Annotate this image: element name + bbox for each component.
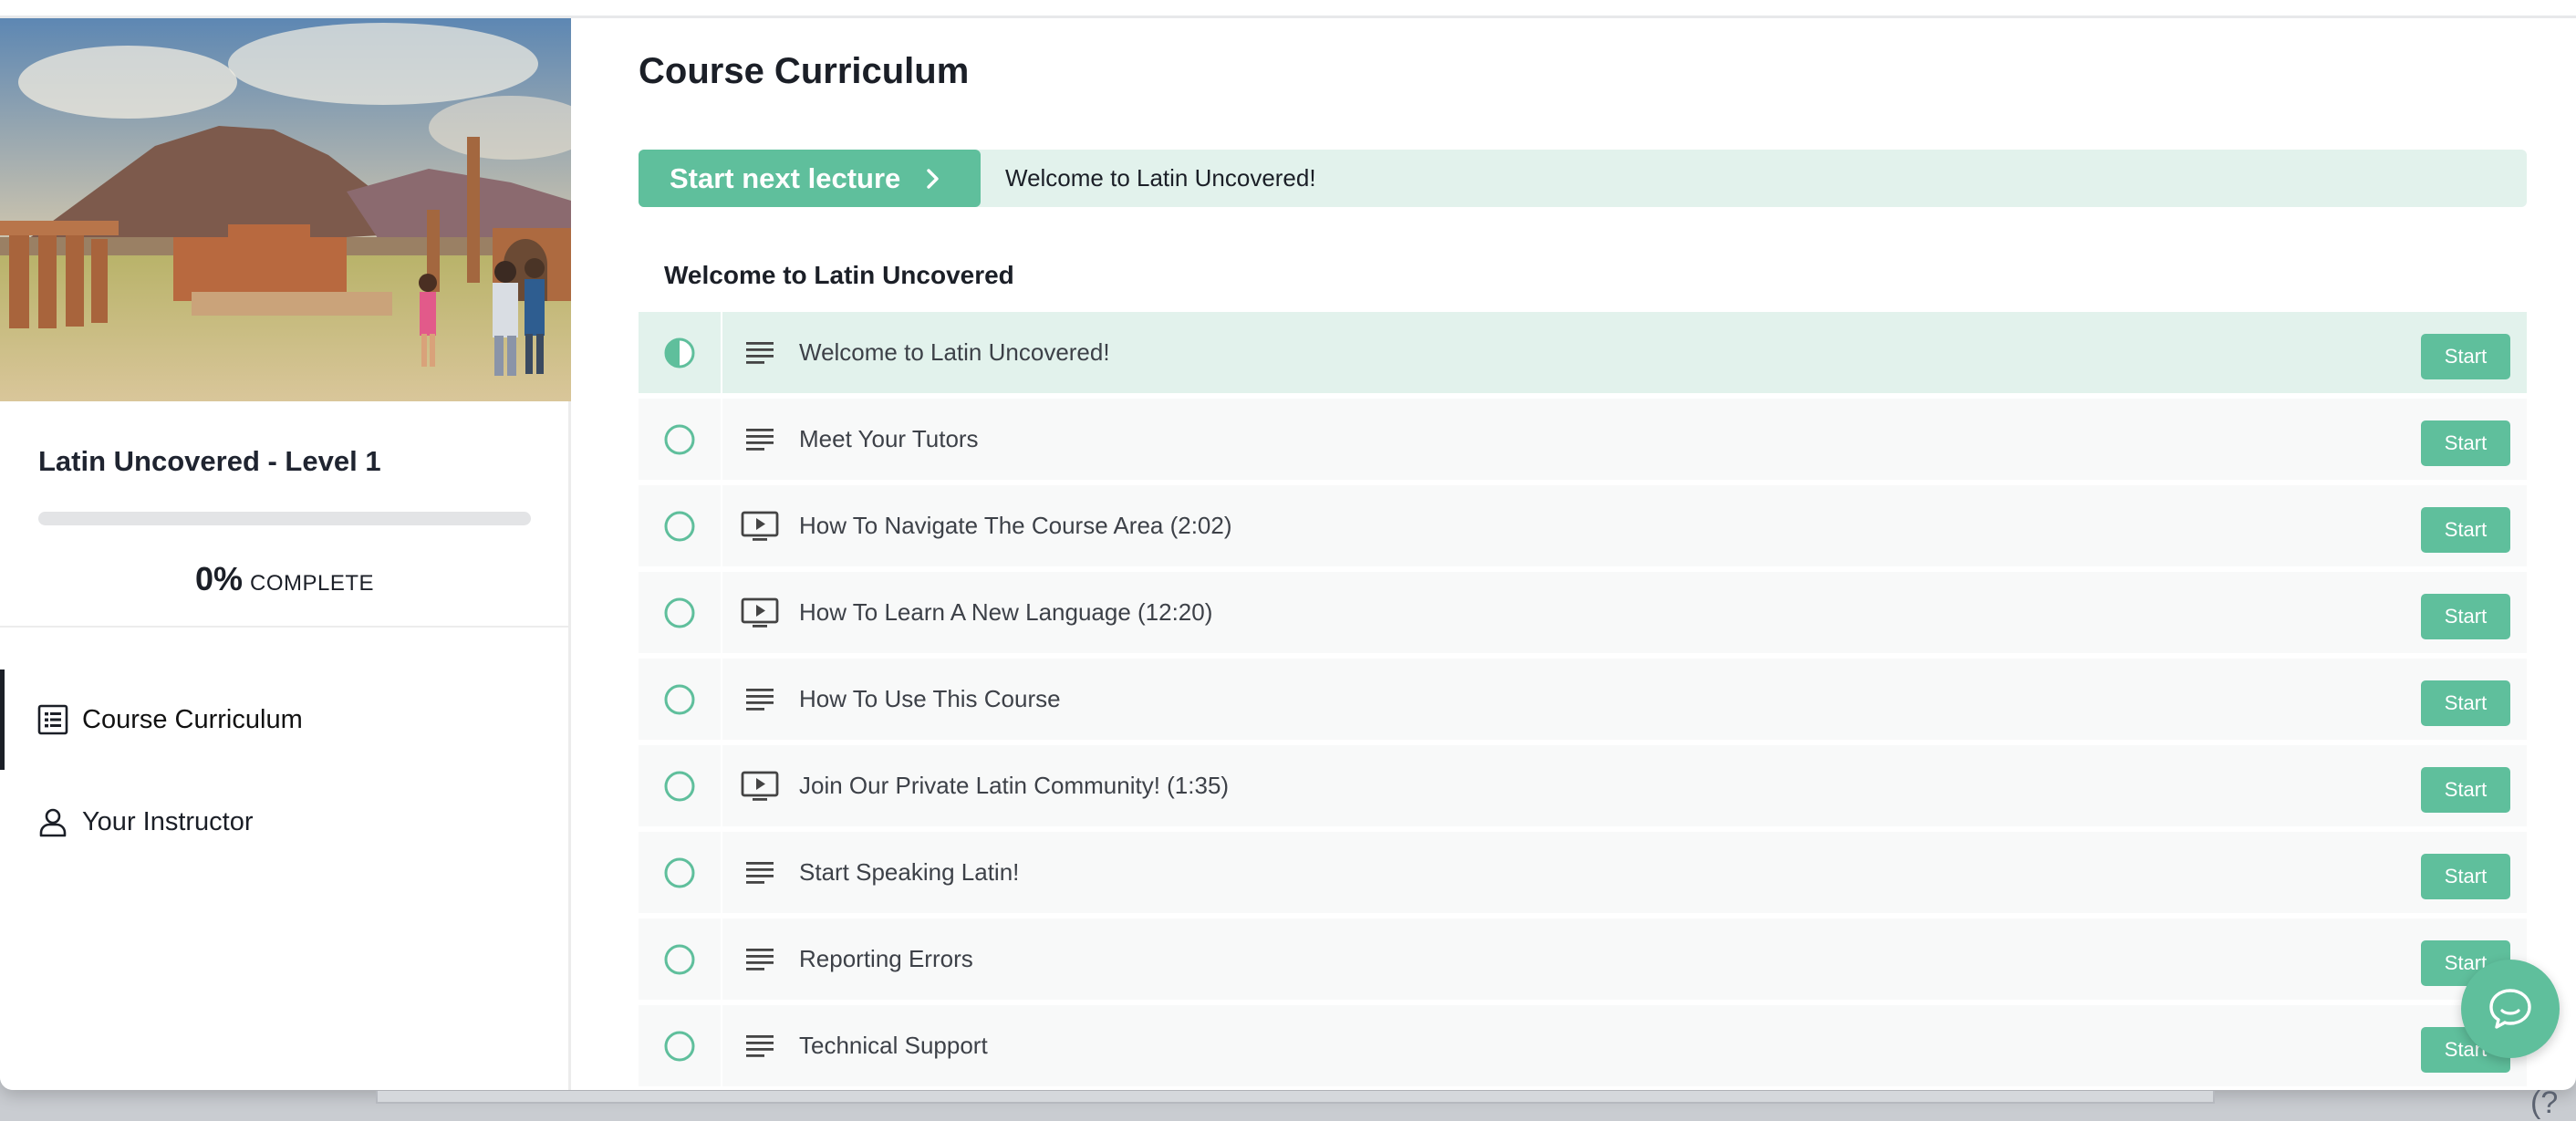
start-lecture-button[interactable]: Start [2421,767,2510,813]
lecture-row[interactable]: Meet Your Tutors Start [639,397,2527,483]
text-lines-icon [741,940,779,979]
main-content: Course Curriculum Start next lecture Wel… [639,18,2527,1090]
lecture-title: Start Speaking Latin! [799,858,1020,886]
empty-circle-icon [664,597,695,628]
chevron-right-icon [926,168,940,190]
text-lines-icon [741,854,779,892]
start-lecture-button[interactable]: Start [2421,334,2510,379]
empty-circle-icon [664,511,695,541]
start-next-bar: Start next lecture Welcome to Latin Unco… [639,150,2527,207]
lecture-status[interactable] [639,1003,722,1088]
lecture-title: Meet Your Tutors [799,425,979,452]
lecture-title: How To Use This Course [799,685,1061,712]
sidebar: Latin Uncovered - Level 1 0% COMPLETE Cou… [0,18,571,1090]
video-play-icon [741,594,779,632]
lecture-status[interactable] [639,917,722,1002]
text-lines-icon [741,420,779,459]
text-lines-icon [741,334,779,372]
progress-bar [38,512,531,525]
lecture-title: Join Our Private Latin Community! (1:35) [799,772,1230,799]
start-next-lecture-button[interactable]: Start next lecture [639,150,981,207]
empty-circle-icon [664,424,695,454]
progress-label: 0% COMPLETE [38,560,531,598]
empty-circle-icon [664,944,695,974]
half-complete-icon [664,337,695,368]
text-lines-icon [741,680,779,719]
lecture-row[interactable]: Reporting Errors Start [639,917,2527,1002]
page-title: Course Curriculum [639,51,970,91]
start-lecture-button[interactable]: Start [2421,507,2510,553]
section-title: Welcome to Latin Uncovered [664,261,1014,289]
progress-complete-label: COMPLETE [250,571,375,596]
sidebar-divider [0,626,571,628]
background-window-edge [376,1091,2215,1104]
start-lecture-button[interactable]: Start [2421,594,2510,639]
lecture-title: How To Learn A New Language (12:20) [799,598,1213,626]
text-lines-icon [741,1027,779,1065]
start-lecture-button[interactable]: Start [2421,680,2510,726]
start-lecture-button[interactable]: Start [2421,854,2510,899]
course-hero-image [0,18,571,401]
lecture-row[interactable]: Welcome to Latin Uncovered! Start [639,310,2527,396]
empty-circle-icon [664,684,695,714]
pompeii-illustration [0,18,571,401]
lecture-row[interactable]: Technical Support Start [639,1003,2527,1089]
lecture-row[interactable]: How To Learn A New Language (12:20) Star… [639,570,2527,656]
empty-circle-icon [664,771,695,801]
lecture-row[interactable]: How To Navigate The Course Area (2:02) S… [639,483,2527,569]
lecture-title: How To Navigate The Course Area (2:02) [799,512,1232,539]
list-icon [36,703,69,736]
lecture-status[interactable] [639,570,722,655]
empty-circle-icon [664,857,695,887]
lecture-status[interactable] [639,743,722,828]
top-edge [0,0,2576,18]
course-title: Latin Uncovered - Level 1 [38,445,381,477]
nav-label: Your Instructor [82,806,254,836]
lecture-title: Reporting Errors [799,945,973,972]
start-next-lecture-label: Start next lecture [670,161,901,194]
lecture-status[interactable] [639,483,722,568]
next-lecture-title: Welcome to Latin Uncovered! [1005,164,1316,192]
progress-percent: 0% [194,560,243,597]
lecture-row[interactable]: Start Speaking Latin! Start [639,830,2527,916]
nav-your-instructor[interactable]: Your Instructor [0,772,571,872]
lecture-status[interactable] [639,310,722,395]
video-play-icon [741,767,779,805]
chat-button[interactable] [2461,960,2560,1058]
course-window: Latin Uncovered - Level 1 0% COMPLETE Cou… [0,0,2576,1090]
lecture-status[interactable] [639,830,722,915]
nav-course-curriculum[interactable]: Course Curriculum [0,669,571,770]
lecture-title: Welcome to Latin Uncovered! [799,338,1110,366]
lecture-status[interactable] [639,657,722,742]
person-icon [36,805,69,838]
background-window-glyph: (? [2530,1085,2559,1120]
lecture-row[interactable]: Join Our Private Latin Community! (1:35)… [639,743,2527,829]
empty-circle-icon [664,1031,695,1061]
lecture-title: Technical Support [799,1032,988,1059]
nav-label: Course Curriculum [82,704,303,734]
start-lecture-button[interactable]: Start [2421,420,2510,466]
chat-bubble-icon [2489,989,2531,1029]
lecture-status[interactable] [639,397,722,482]
lecture-row[interactable]: How To Use This Course Start [639,657,2527,742]
video-play-icon [741,507,779,545]
